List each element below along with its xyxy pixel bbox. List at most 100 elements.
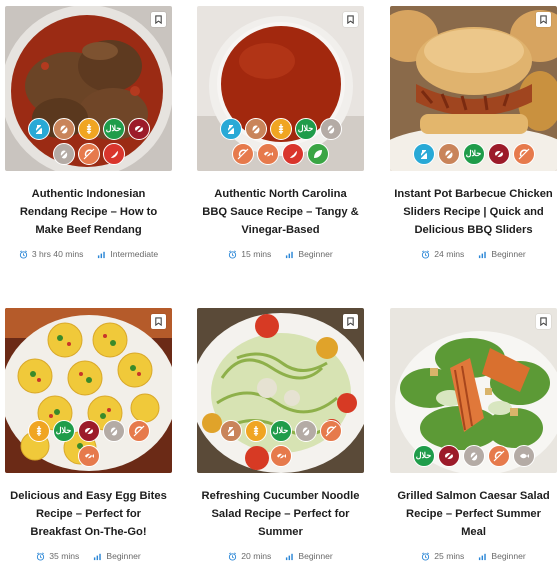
bookmark-icon xyxy=(347,317,354,326)
no-egg-icon xyxy=(319,118,342,140)
diet-badges: حلال xyxy=(11,115,166,165)
no-meat-icon xyxy=(437,445,460,467)
no-chili-icon xyxy=(102,143,125,165)
difficulty-value: Beginner xyxy=(106,551,141,561)
recipe-image[interactable]: حلال xyxy=(5,308,172,473)
cook-time: 20 mins xyxy=(228,551,271,561)
diet-badges: حلال xyxy=(396,140,551,165)
difficulty-bars-icon xyxy=(479,553,487,560)
difficulty: Beginner xyxy=(478,551,526,561)
diet-badges: حلال xyxy=(11,417,166,467)
no-chili-icon xyxy=(282,143,304,165)
recipe-image[interactable]: حلال xyxy=(197,308,364,473)
recipe-title[interactable]: Delicious and Easy Egg Bites Recipe – Pe… xyxy=(5,487,172,541)
recipe-title[interactable]: Grilled Salmon Caesar Salad Recipe – Per… xyxy=(390,487,557,541)
difficulty-value: Intermediate xyxy=(110,249,159,259)
alarm-clock-icon xyxy=(229,552,237,561)
cook-time: 3 hrs 40 mins xyxy=(19,249,84,259)
recipe-meta: 24 mins Beginner xyxy=(390,249,557,259)
no-meat-icon xyxy=(487,143,510,165)
recipe-card[interactable]: حلال Refreshing Cucumber Noodle Salad Re… xyxy=(197,308,364,561)
recipe-image[interactable]: حلال xyxy=(5,6,172,171)
bookmark-button[interactable] xyxy=(536,314,551,329)
recipe-meta: 15 mins Beginner xyxy=(197,249,364,259)
difficulty-value: Beginner xyxy=(298,249,333,259)
bookmark-icon xyxy=(540,15,547,24)
difficulty-bars-icon xyxy=(94,553,102,560)
recipe-title[interactable]: Authentic Indonesian Rendang Recipe – Ho… xyxy=(5,185,172,239)
diet-badges: حلال xyxy=(203,115,358,165)
halal-icon: حلال xyxy=(102,118,125,140)
no-gluten-icon xyxy=(27,420,50,442)
cook-time: 15 mins xyxy=(228,249,271,259)
no-nut-icon xyxy=(244,118,267,140)
difficulty: Beginner xyxy=(478,249,526,259)
recipe-meta: 35 mins Beginner xyxy=(5,551,172,561)
cook-time: 25 mins xyxy=(421,551,464,561)
diet-badges: حلال xyxy=(203,417,358,467)
bookmark-icon xyxy=(540,317,547,326)
recipe-card[interactable]: حلال Authentic North Carolina BBQ Sauce … xyxy=(197,6,364,259)
difficulty-value: Beginner xyxy=(491,249,526,259)
difficulty-value: Beginner xyxy=(298,551,333,561)
bookmark-icon xyxy=(155,317,162,326)
halal-label: حلال xyxy=(415,451,432,460)
recipe-image[interactable]: حلال xyxy=(197,6,364,171)
bookmark-icon xyxy=(155,15,162,24)
alarm-clock-icon xyxy=(422,552,430,561)
bookmark-button[interactable] xyxy=(151,314,166,329)
alarm-clock-icon xyxy=(19,250,27,259)
recipe-image[interactable]: حلال xyxy=(390,6,557,171)
no-egg-icon xyxy=(462,445,485,467)
recipe-card[interactable]: حلال Grilled Salmon Caesar Salad Recipe … xyxy=(390,308,557,561)
fish-icon xyxy=(512,445,535,467)
halal-label: حلال xyxy=(55,426,72,435)
bookmark-button[interactable] xyxy=(151,12,166,27)
difficulty-bars-icon xyxy=(286,553,294,560)
no-shellfish-icon xyxy=(127,420,150,442)
difficulty: Beginner xyxy=(93,551,141,561)
recipe-title[interactable]: Authentic North Carolina BBQ Sauce Recip… xyxy=(197,185,364,239)
no-meat-icon xyxy=(127,118,150,140)
no-dairy-icon xyxy=(412,143,435,165)
alarm-clock-icon xyxy=(229,250,237,259)
no-meat-icon xyxy=(77,420,100,442)
cook-time-value: 25 mins xyxy=(434,551,465,561)
alarm-clock-icon xyxy=(422,250,430,259)
halal-icon: حلال xyxy=(269,420,292,442)
difficulty-value: Beginner xyxy=(491,551,526,561)
halal-label: حلال xyxy=(272,426,289,435)
diet-badges: حلال xyxy=(396,442,551,467)
no-nut-icon xyxy=(52,118,75,140)
no-dairy-icon xyxy=(219,118,242,140)
difficulty-bars-icon xyxy=(286,251,294,258)
halal-label: حلال xyxy=(465,149,482,158)
difficulty-bars-icon xyxy=(479,251,487,258)
cook-time: 35 mins xyxy=(36,551,79,561)
recipe-card[interactable]: حلال Instant Pot Barbecue Chicken Slider… xyxy=(390,6,557,259)
recipe-image[interactable]: حلال xyxy=(390,308,557,473)
no-egg-icon xyxy=(52,143,75,165)
recipe-card[interactable]: حلال Authentic Indonesian Rendang Recipe… xyxy=(5,6,172,259)
recipe-card[interactable]: حلال Delicious and Easy Egg Bites Recipe… xyxy=(5,308,172,561)
bookmark-icon xyxy=(347,15,354,24)
halal-label: حلال xyxy=(297,124,314,133)
cook-time-value: 35 mins xyxy=(49,551,80,561)
cook-time-value: 3 hrs 40 mins xyxy=(31,249,84,259)
recipe-meta: 20 mins Beginner xyxy=(197,551,364,561)
halal-icon: حلال xyxy=(52,420,75,442)
bookmark-button[interactable] xyxy=(343,12,358,27)
halal-label: حلال xyxy=(105,124,122,133)
bookmark-button[interactable] xyxy=(343,314,358,329)
cook-time: 24 mins xyxy=(421,249,464,259)
recipe-title[interactable]: Refreshing Cucumber Noodle Salad Recipe … xyxy=(197,487,364,541)
difficulty: Intermediate xyxy=(97,249,158,259)
bookmark-button[interactable] xyxy=(536,12,551,27)
recipe-meta: 3 hrs 40 mins Intermediate xyxy=(5,249,172,259)
no-shellfish-icon xyxy=(319,420,342,442)
alarm-clock-icon xyxy=(37,552,45,561)
cook-time-value: 20 mins xyxy=(241,551,272,561)
no-shellfish-icon xyxy=(512,143,535,165)
recipe-title[interactable]: Instant Pot Barbecue Chicken Sliders Rec… xyxy=(390,185,557,239)
no-gluten-icon xyxy=(244,420,267,442)
